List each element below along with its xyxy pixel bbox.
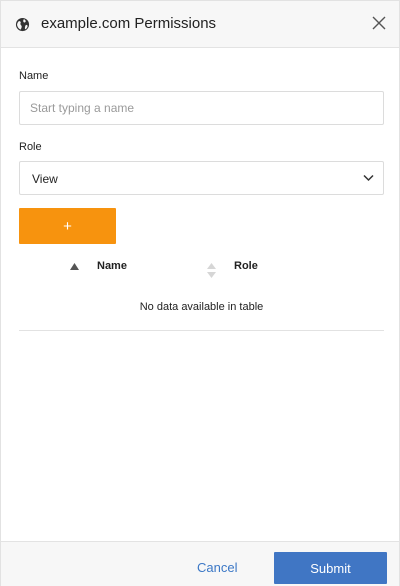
permissions-table-header: Name Role bbox=[19, 253, 384, 283]
dialog-footer: Cancel Submit bbox=[1, 541, 399, 586]
add-permission-button[interactable]: + bbox=[19, 208, 116, 244]
name-label: Name bbox=[19, 70, 49, 82]
submit-button[interactable]: Submit bbox=[274, 552, 387, 584]
role-label: Role bbox=[19, 141, 42, 153]
role-select[interactable]: View bbox=[19, 161, 384, 195]
close-icon[interactable] bbox=[371, 15, 387, 31]
chevron-down-icon bbox=[363, 174, 374, 182]
column-header-role[interactable]: Role bbox=[234, 260, 258, 272]
sort-asc-icon[interactable] bbox=[70, 263, 79, 270]
cancel-button[interactable]: Cancel bbox=[197, 560, 237, 575]
table-empty-message: No data available in table bbox=[139, 301, 264, 313]
sort-both-icon[interactable] bbox=[207, 263, 216, 278]
table-divider bbox=[19, 330, 384, 331]
dialog-title: example.com Permissions bbox=[41, 15, 217, 32]
column-header-name[interactable]: Name bbox=[97, 260, 127, 272]
role-selected-value: View bbox=[32, 172, 58, 186]
name-input[interactable] bbox=[19, 91, 384, 125]
permissions-dialog: example.com Permissions Name Role View +… bbox=[0, 0, 400, 586]
globe-icon bbox=[15, 17, 30, 32]
dialog-header: example.com Permissions bbox=[1, 1, 399, 48]
